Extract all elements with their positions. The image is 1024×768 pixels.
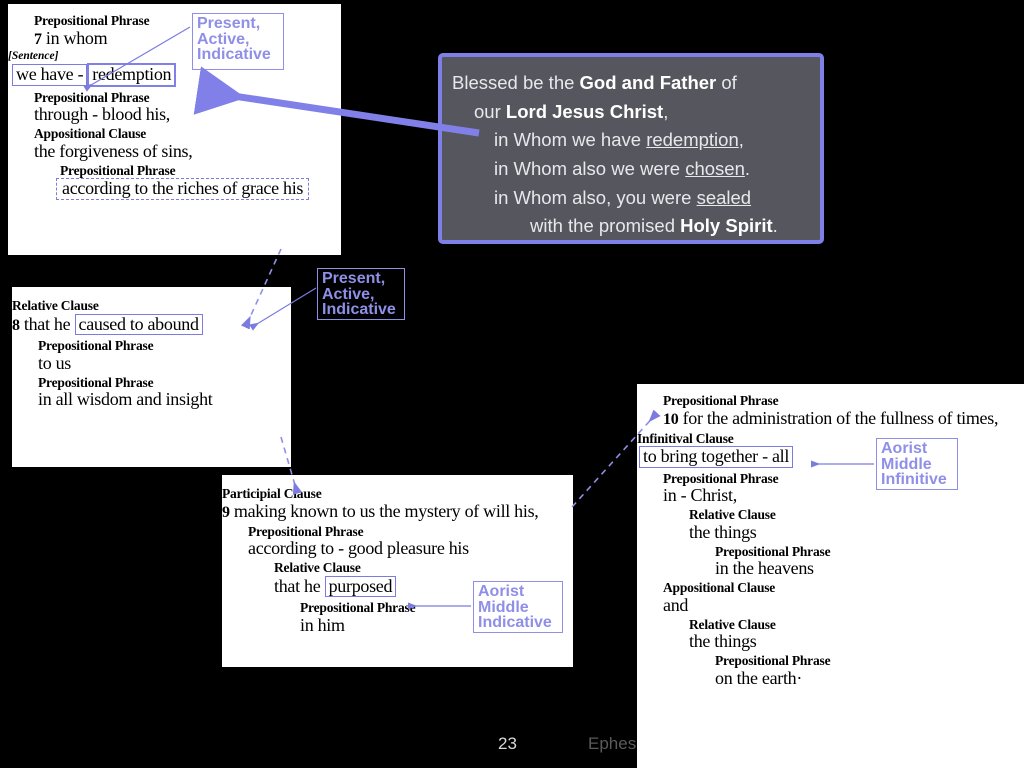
scripture-line: with the promised Holy Spirit. [452, 212, 806, 241]
scripture-text: Blessed be the [452, 72, 580, 93]
callout-present-active-indicative-1[interactable]: Present, Active, Indicative [192, 13, 284, 70]
scripture-text: in Whom also we were [494, 158, 686, 180]
clause-label: Prepositional Phrase [38, 338, 154, 354]
diagram-panel-verse-9: Participial Clause 9 making known to us t… [222, 475, 573, 667]
verse-number: 9 [222, 503, 230, 521]
clause-label: Prepositional Phrase [248, 523, 364, 539]
boxed-verb[interactable]: caused to abound [74, 313, 203, 336]
clause-label: Prepositional Phrase [34, 13, 150, 28]
clause-label: Relative Clause [689, 616, 776, 632]
verse-number: 8 [12, 316, 20, 334]
clause-with-boxed-verb: to bring together - all [637, 446, 1024, 468]
verse-number: 10 [663, 410, 679, 428]
clause-label: Infinitival Clause [637, 430, 734, 446]
clause-label: Prepositional Phrase [38, 374, 154, 390]
emphasis-underline: chosen [685, 158, 745, 180]
scripture-quote-panel: Blessed be the God and Father of our Lord… [438, 53, 824, 244]
scripture-text: . [744, 158, 751, 180]
clause-label: Prepositional Phrase [60, 162, 176, 178]
clause-text: the things [689, 521, 757, 542]
dashed-word-box[interactable]: according to the riches of grace his [56, 178, 310, 201]
scripture-text: , [663, 100, 669, 122]
clause-text: the forgiveness of sins, [34, 140, 193, 161]
boxed-subject-verb[interactable]: we have - [12, 64, 88, 86]
clause-label: Prepositional Phrase [34, 89, 150, 105]
clause-label: Prepositional Phrase [663, 393, 779, 408]
scripture-text: with the promised [530, 215, 681, 237]
scripture-line: Blessed be the God and Father of [452, 69, 806, 98]
clause-text: to us [38, 352, 72, 373]
clause-text: in the heavens [715, 558, 814, 579]
scripture-text: . [772, 215, 778, 237]
scripture-text: in Whom we have [494, 129, 647, 151]
clause-label: Relative Clause [12, 298, 99, 313]
clause-text: in - Christ, [663, 485, 737, 506]
callout-aorist-middle-infinitive[interactable]: Aorist Middle Infinitive [876, 438, 958, 490]
clause-label: Prepositional Phrase [715, 653, 831, 669]
boxed-verb[interactable]: purposed [324, 575, 397, 598]
scripture-text: our [474, 100, 506, 122]
scripture-text: , [738, 129, 744, 151]
scripture-line: our Lord Jesus Christ, [452, 98, 806, 127]
clause-text: in all wisdom and insight [38, 389, 213, 410]
diagram-panel-verse-10: Prepositional Phrase 10 for the administr… [637, 384, 1024, 768]
clause-text: 9 making known to us the mystery of will… [222, 500, 539, 521]
clause-text: the things [689, 631, 757, 652]
scripture-line: in Whom also, you were sealed [452, 184, 806, 213]
verse-number: 7 [34, 30, 42, 48]
slide-canvas: Prepositional Phrase 7 in whom [Sentence] w… [0, 0, 1024, 768]
highlighted-phrase-dashed: according to the riches of grace his [8, 178, 341, 201]
clause-label: Prepositional Phrase [663, 470, 779, 486]
footer-reference: Ephes [588, 734, 637, 753]
diagram-panel-verse-7: Prepositional Phrase 7 in whom [Sentence] w… [8, 4, 341, 255]
boxed-verb-pair: we have - redemption [8, 63, 341, 87]
callout-present-active-indicative-2[interactable]: Present, Active, Indicative [317, 268, 405, 320]
clause-label: Prepositional Phrase [715, 543, 831, 559]
scripture-line: in Whom we have redemption, [452, 126, 806, 155]
boxed-object-redemption[interactable]: redemption [87, 63, 177, 87]
clause-label: Appositional Clause [663, 580, 776, 596]
diagram-panel-verse-8: Relative Clause 8 that he caused to aboun… [12, 287, 291, 467]
boxed-verb[interactable]: to bring together - all [639, 446, 794, 468]
page-number: 23 [498, 734, 517, 753]
scripture-text: in Whom also, you were [494, 186, 697, 208]
emphasis-bold: Holy Spirit [680, 215, 773, 237]
emphasis-underline: redemption [646, 129, 739, 151]
clause-text: on the earth· [715, 667, 803, 688]
clause-text: 7 in whom [34, 27, 108, 48]
clause-label: Participial Clause [222, 486, 322, 501]
scripture-text: of [716, 72, 737, 93]
callout-aorist-middle-indicative[interactable]: Aorist Middle Indicative [473, 581, 563, 633]
clause-label: Relative Clause [274, 560, 361, 575]
clause-text: 10 for the administration of the fullnes… [663, 407, 999, 428]
clause-text: according to - good pleasure his [248, 538, 469, 558]
clause-text: and [663, 594, 689, 615]
clause-with-boxed-verb: 8 that he caused to abound [12, 313, 291, 336]
emphasis-underline: sealed [696, 186, 752, 208]
sentence-marker: [Sentence] [8, 49, 59, 62]
clause-text: through - blood his, [34, 104, 170, 125]
clause-label: Appositional Clause [34, 126, 147, 142]
emphasis-bold: God and Father [579, 72, 717, 93]
scripture-line: in Whom also we were chosen. [452, 155, 806, 184]
clause-label: Relative Clause [689, 507, 776, 523]
emphasis-bold: Lord Jesus Christ [505, 100, 664, 122]
